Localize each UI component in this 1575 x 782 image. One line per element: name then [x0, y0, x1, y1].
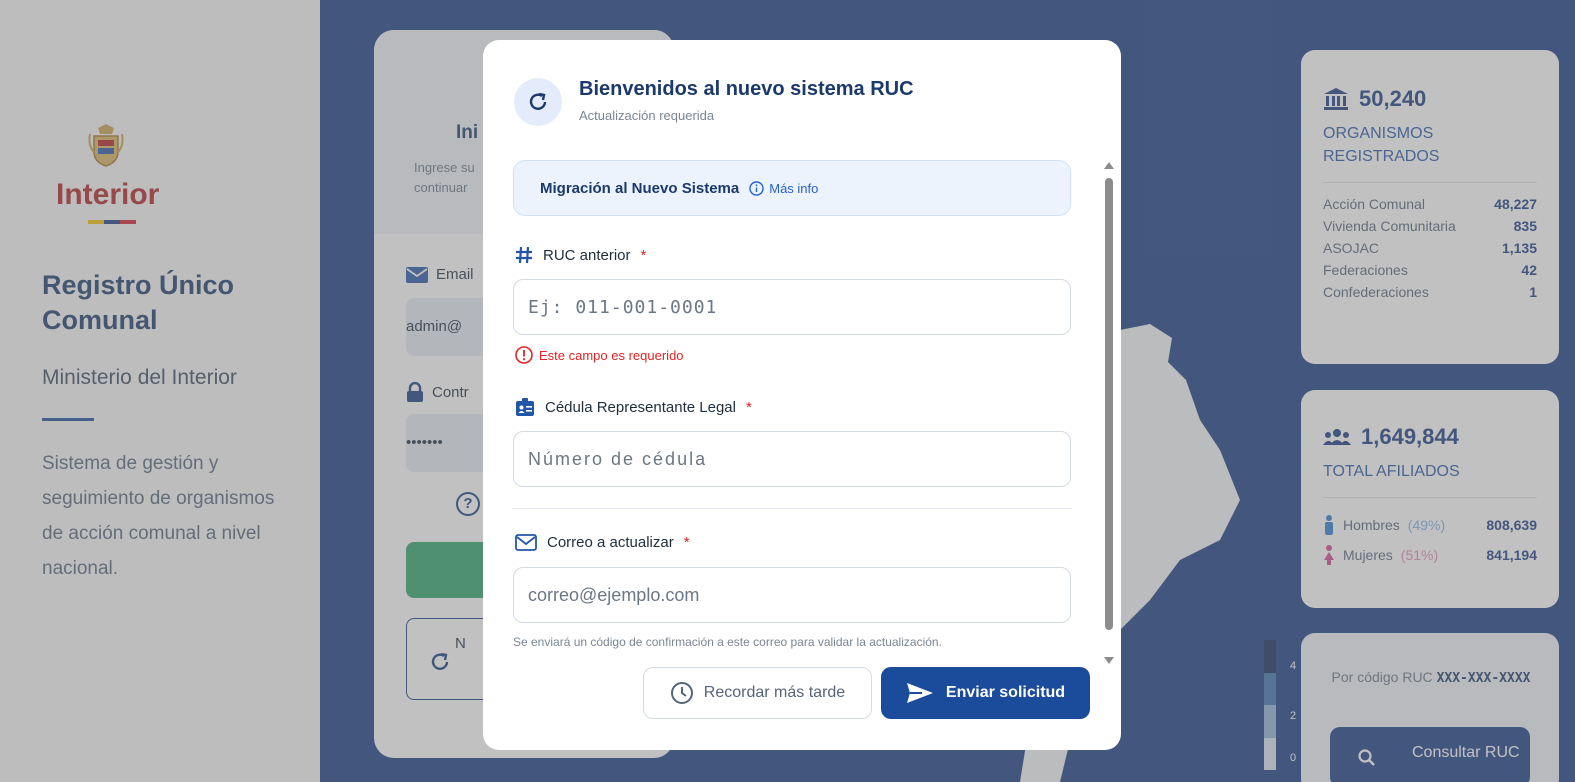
scroll-thumb[interactable]: [1105, 178, 1113, 630]
modal-header-icon: [514, 78, 562, 126]
more-info-label: Más info: [769, 180, 819, 196]
modal-subtitle: Actualización requerida: [579, 108, 715, 123]
more-info-link[interactable]: Más info: [749, 181, 818, 196]
hash-icon: [516, 246, 532, 264]
required-mark: *: [745, 398, 752, 416]
divider: [513, 508, 1071, 509]
scroll-up-arrow[interactable]: [1104, 162, 1114, 169]
ruc-error-text: Este campo es requerido: [539, 347, 684, 363]
clock-icon: [670, 682, 693, 704]
modal-title: Bienvenidos al nuevo sistema RUC: [579, 78, 914, 100]
banner-title: Migración al Nuevo Sistema: [540, 179, 740, 197]
scroll-down-arrow[interactable]: [1104, 657, 1114, 664]
send-request-label: Enviar solicitud: [945, 684, 1066, 701]
ruc-label: RUC anterior *: [515, 246, 646, 264]
migration-modal: Bienvenidos al nuevo sistema RUC Actuali…: [483, 40, 1121, 750]
email-hint: Se enviará un código de confirmación a e…: [513, 635, 942, 649]
remind-later-button[interactable]: Recordar más tarde: [643, 667, 872, 719]
cedula-label-text: Cédula Representante Legal: [545, 398, 736, 416]
refresh-icon: [529, 92, 547, 110]
error-icon: [515, 346, 533, 364]
email-update-label-text: Correo a actualizar: [547, 534, 674, 551]
remind-later-label: Recordar más tarde: [703, 684, 846, 701]
id-badge-icon: [516, 398, 534, 416]
ruc-error: Este campo es requerido: [515, 346, 684, 364]
modal-scrollbar[interactable]: [1102, 158, 1116, 666]
migration-banner: Migración al Nuevo Sistema Más info: [513, 160, 1071, 216]
required-mark: *: [640, 246, 647, 264]
email-update-input[interactable]: [513, 567, 1071, 623]
ruc-label-text: RUC anterior: [543, 246, 631, 264]
required-mark: *: [683, 534, 690, 551]
envelope-icon: [515, 534, 537, 551]
send-request-button[interactable]: Enviar solicitud: [881, 667, 1090, 719]
cedula-label: Cédula Representante Legal *: [515, 397, 752, 417]
info-icon: [749, 180, 764, 196]
cedula-input[interactable]: [513, 431, 1071, 487]
send-icon: [906, 683, 933, 703]
ruc-input[interactable]: [513, 279, 1071, 335]
email-update-label: Correo a actualizar *: [515, 534, 690, 551]
